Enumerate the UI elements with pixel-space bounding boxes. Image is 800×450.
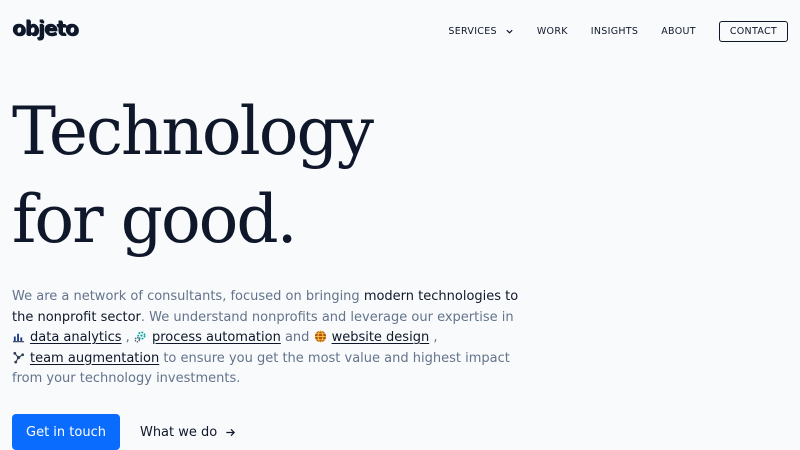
arrow-right-icon (226, 428, 236, 436)
link-data-analytics[interactable]: data analytics (30, 330, 122, 345)
desc-text-2: . We understand nonprofits and leverage … (140, 309, 514, 325)
hero-title: Technology for good. (12, 88, 374, 264)
link-process-automation[interactable]: process automation (152, 330, 281, 345)
nav-about[interactable]: ABOUT (661, 26, 696, 37)
desc-sep-2: and (280, 330, 314, 345)
hero-title-line1: Technology (12, 93, 374, 170)
nav-insights[interactable]: INSIGHTS (591, 26, 638, 37)
main-nav: SERVICES WORK INSIGHTS ABOUT CONTACT (448, 21, 788, 42)
contact-button[interactable]: CONTACT (718, 21, 788, 42)
page: objeto SERVICES WORK INSIGHTS ABOUT CONT… (0, 0, 800, 450)
nav-work[interactable]: WORK (537, 26, 568, 37)
link-website-design[interactable]: website design (332, 330, 430, 345)
hero-title-line2: for good. (12, 181, 298, 258)
nav-services-label: SERVICES (448, 26, 497, 37)
desc-sep-3: , (429, 330, 438, 345)
chart-icon (12, 333, 25, 343)
link-team-augmentation[interactable]: team augmentation (30, 351, 159, 366)
desc-sep-1: , (121, 330, 134, 345)
chevron-down-icon (506, 29, 513, 34)
hero-description: We are a network of consultants, focused… (12, 287, 542, 390)
globe-icon (314, 330, 326, 343)
network-icon (13, 351, 25, 364)
desc-text-1: We are a network of consultants, focused… (12, 289, 364, 304)
get-in-touch-button[interactable]: Get in touch (12, 414, 120, 450)
gear-icon (134, 331, 146, 343)
nav-services[interactable]: SERVICES (448, 26, 513, 37)
logo[interactable]: objeto (12, 16, 79, 40)
cta-row: Get in touch What we do (12, 414, 236, 450)
what-we-do-label: What we do (139, 424, 218, 440)
what-we-do-link[interactable]: What we do (140, 425, 236, 440)
